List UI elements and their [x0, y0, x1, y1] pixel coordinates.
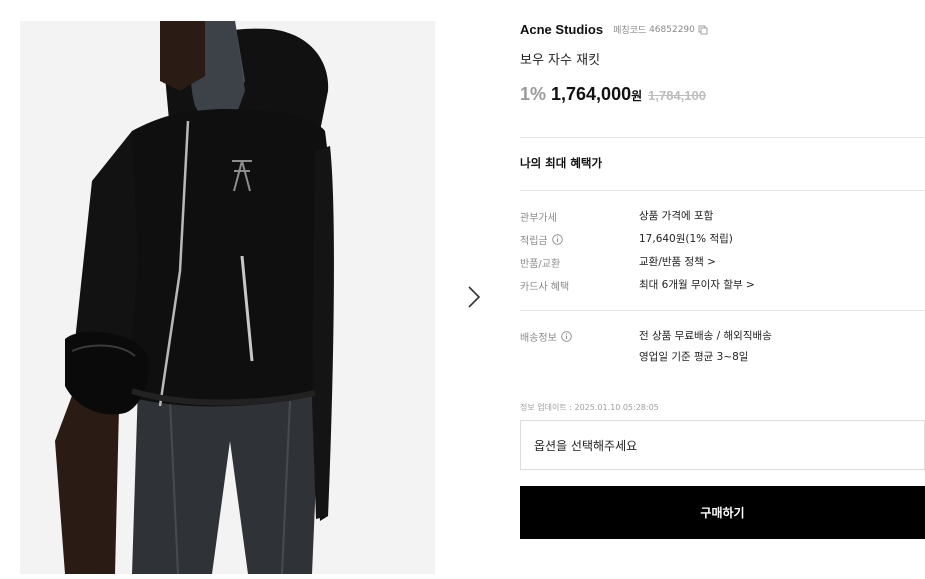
points-value: 17,640원(1% 적립): [639, 233, 733, 245]
product-photo: [20, 21, 435, 574]
sale-price: 1,764,000: [551, 84, 632, 104]
buy-button[interactable]: 구매하기: [520, 486, 925, 539]
divider: [520, 137, 925, 138]
chevron-right-icon[interactable]: [462, 284, 484, 310]
option-select[interactable]: 옵션을 선택해주세요: [520, 420, 925, 470]
brand-name[interactable]: Acne Studios: [520, 22, 603, 37]
customs-label: 관부가세: [520, 213, 557, 224]
shipping-label: 배송정보: [520, 329, 572, 344]
return-policy-link[interactable]: 교환/반품 정책 >: [639, 254, 716, 269]
points-label: 적립금: [520, 232, 563, 247]
card-benefit-link[interactable]: 최대 6개월 무이자 할부 >: [639, 277, 755, 292]
currency-unit: 원: [631, 89, 643, 103]
price-row: 1% 1,764,000 원 1,784,100: [520, 84, 706, 105]
product-info-panel: Acne Studios 페칭코드 46852290 보우 자수 재킷 1% 1…: [520, 0, 925, 579]
return-label: 반품/교환: [520, 259, 561, 270]
points-label-text: 적립금: [520, 236, 548, 247]
divider: [520, 190, 925, 191]
matching-code-label: 페칭코드: [613, 26, 647, 36]
shipping-line-1: 전 상품 무료배송 / 해외직배송: [639, 330, 772, 342]
brand-row: Acne Studios 페칭코드 46852290: [520, 22, 708, 37]
copy-icon[interactable]: [698, 25, 708, 35]
matching-code: 페칭코드 46852290: [613, 23, 708, 36]
shipping-line-2: 영업일 기준 평균 3~8일: [639, 351, 749, 363]
customs-value: 상품 가격에 포함: [639, 210, 714, 222]
card-benefit-label: 카드사 혜택: [520, 282, 570, 293]
info-icon[interactable]: [551, 234, 563, 245]
benefit-title: 나의 최대 혜택가: [520, 156, 603, 170]
divider: [520, 310, 925, 311]
info-icon[interactable]: [561, 331, 572, 342]
matching-code-value: 46852290: [649, 24, 695, 35]
original-price: 1,784,100: [648, 88, 706, 103]
product-image[interactable]: [20, 21, 435, 574]
updated-timestamp: 정보 업데이트 : 2025.01.10 05:28:05: [520, 403, 659, 412]
discount-rate: 1%: [520, 84, 547, 104]
option-placeholder: 옵션을 선택해주세요: [534, 438, 638, 453]
shipping-label-text: 배송정보: [520, 333, 557, 344]
product-name: 보우 자수 재킷: [520, 53, 601, 68]
